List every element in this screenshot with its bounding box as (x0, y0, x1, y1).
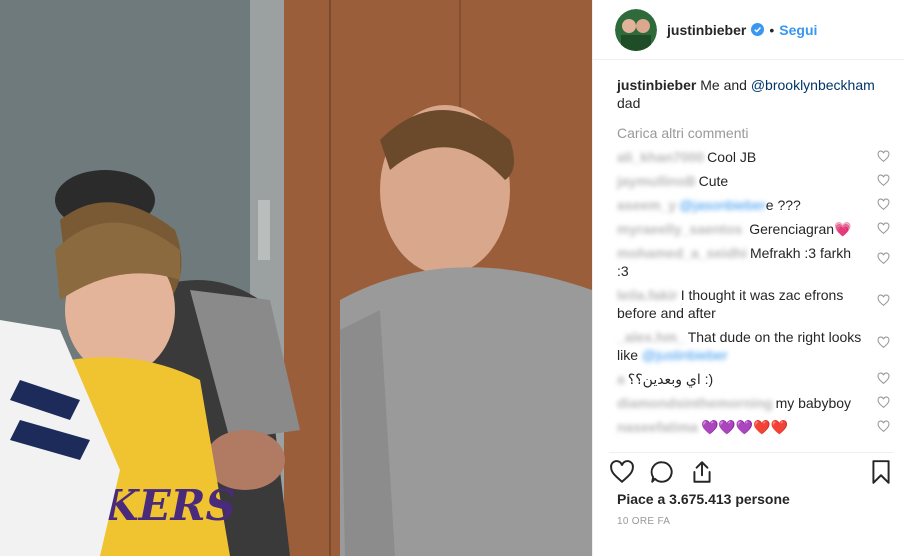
caption-mention[interactable]: @brooklynbeckham (751, 77, 875, 93)
comment-row: diamondsinthemorning my babyboy (617, 394, 892, 412)
post-caption: justinbieber Me and @brooklynbeckham dad (617, 76, 892, 112)
comment-username[interactable]: a (617, 370, 625, 388)
comment-text: Gerenciagran💗 (749, 221, 852, 237)
caption-text-after: dad (617, 95, 641, 111)
comment-row: naseefatima 💜💜💜❤️❤️ (617, 418, 892, 436)
post-timestamp[interactable]: 10 ORE FA (617, 516, 670, 527)
comment-like-icon[interactable] (877, 294, 890, 307)
comment-like-icon[interactable] (877, 150, 890, 163)
header-username[interactable]: justinbieber (667, 22, 746, 38)
comments-section: justinbieber Me and @brooklynbeckham dad… (617, 76, 892, 436)
post-panel: justinbieber • Segui justinbieber Me and… (592, 0, 904, 556)
comment-text: اي وبعدين؟؟ :) (627, 371, 714, 387)
comment-like-icon[interactable] (877, 396, 890, 409)
separator-dot: • (769, 21, 775, 38)
comment-row: leila.fakir I thought it was zac efrons b… (617, 286, 892, 322)
comment-row: ali_khan7000 Cool JB (617, 148, 892, 166)
comment-like-icon[interactable] (877, 336, 890, 349)
comment-username[interactable]: leila.fakir (617, 286, 678, 304)
follow-button[interactable]: Segui (779, 22, 817, 38)
likes-count[interactable]: Piace a 3.675.413 persone (617, 491, 790, 507)
comment-like-icon[interactable] (877, 372, 890, 385)
heart-outline-icon[interactable] (609, 459, 635, 485)
comment-username[interactable]: naseefatima (617, 418, 698, 436)
comment-like-icon[interactable] (877, 222, 890, 235)
post-actions (609, 452, 894, 488)
comment-text: 💜💜💜❤️❤️ (700, 419, 789, 435)
speech-bubble-icon[interactable] (649, 459, 675, 485)
share-upload-icon[interactable] (689, 459, 715, 485)
comment-text: Cool JB (707, 149, 757, 165)
comment-text: e ??? (765, 197, 801, 213)
bookmark-icon[interactable] (868, 459, 894, 485)
caption-text-before: Me and (700, 77, 747, 93)
comment-row: mohamed_a_seidhi Mefrakh :3 farkh :3 (617, 244, 892, 280)
comment-row: myraeelly_saentos Gerenciagran💗 (617, 220, 892, 238)
comment-mention[interactable]: @jasonbieber (679, 196, 766, 214)
comment-row: a اي وبعدين؟؟ :) (617, 370, 892, 388)
comment-row: jaymullinsB Cute (617, 172, 892, 190)
comment-like-icon[interactable] (877, 252, 890, 265)
comment-username[interactable]: _alex.hm_ (617, 328, 685, 346)
comment-row: aseem_y @jasonbiebere ??? (617, 196, 892, 214)
comment-username[interactable]: mohamed_a_seidhi (617, 244, 747, 262)
avatar[interactable] (615, 8, 657, 51)
comment-mention[interactable]: @justinbieber (642, 346, 728, 364)
instagram-post: LAKERS justinbieber • Segui justinbieber… (0, 0, 904, 556)
comment-username[interactable]: aseem_y (617, 196, 676, 214)
comment-text: Cute (698, 173, 729, 189)
comment-username[interactable]: myraeelly_saentos (617, 220, 742, 238)
post-photo[interactable]: LAKERS (0, 0, 592, 556)
comment-username[interactable]: jaymullinsB (617, 172, 696, 190)
comment-username[interactable]: ali_khan7000 (617, 148, 704, 166)
load-more-comments-button[interactable]: Carica altri commenti (617, 124, 892, 142)
comment-like-icon[interactable] (877, 420, 890, 433)
comment-username[interactable]: diamondsinthemorning (617, 394, 773, 412)
caption-username[interactable]: justinbieber (617, 77, 696, 93)
photo-illustration: LAKERS (0, 0, 592, 556)
comment-row: _alex.hm_ That dude on the right looks li… (617, 328, 892, 364)
comment-like-icon[interactable] (877, 198, 890, 211)
post-header: justinbieber • Segui (593, 0, 904, 60)
verified-badge-icon (751, 23, 765, 36)
comment-text: my babyboy (775, 395, 852, 411)
comment-like-icon[interactable] (877, 174, 890, 187)
